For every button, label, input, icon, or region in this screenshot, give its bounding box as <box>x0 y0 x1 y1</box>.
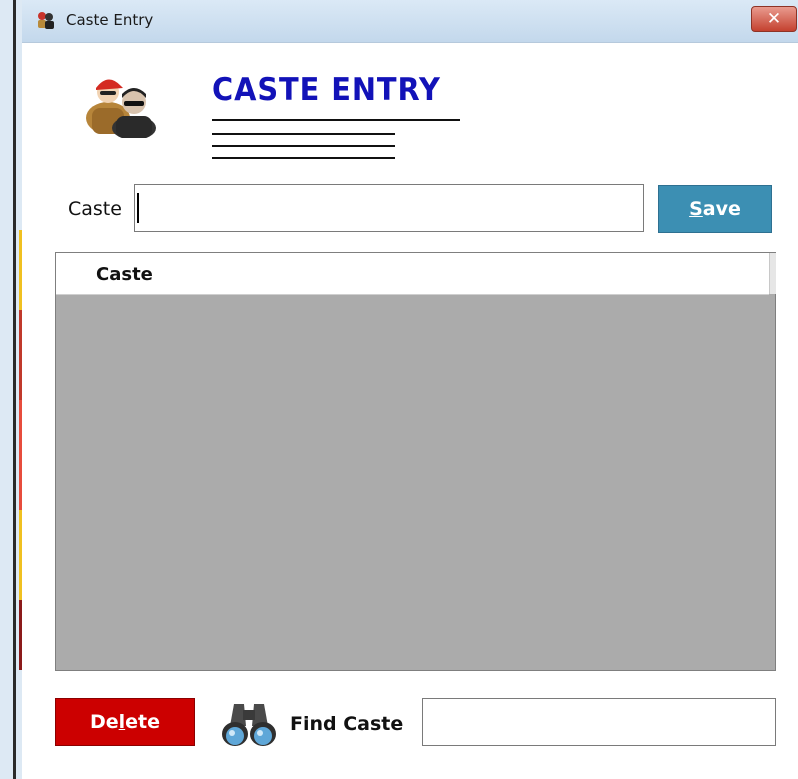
users-icon <box>86 79 156 138</box>
heading-underline <box>212 119 460 121</box>
background-window-border <box>13 0 16 779</box>
window-title: Caste Entry <box>66 11 154 29</box>
heading-underline <box>212 145 395 147</box>
delete-button[interactable]: De l ete <box>55 698 195 746</box>
save-button[interactable]: Save <box>658 185 772 233</box>
save-access-key: S <box>689 198 703 220</box>
caste-entry-window: Caste Entry ✕ CASTE ENTRY Caste Save Cas… <box>22 0 798 779</box>
delete-label-end: ete <box>125 711 161 733</box>
title-bar[interactable]: Caste Entry ✕ <box>22 0 798 43</box>
binoculars-icon <box>222 704 276 746</box>
find-caste-label: Find Caste <box>290 713 404 735</box>
delete-label-start: De <box>89 711 119 733</box>
background-window-edge <box>0 0 23 779</box>
save-label: ave <box>702 198 741 220</box>
grid-header-edge <box>769 253 776 294</box>
caste-grid[interactable]: Caste <box>55 252 776 671</box>
close-icon: ✕ <box>766 9 782 29</box>
page-heading: CASTE ENTRY <box>212 72 441 108</box>
caste-label: Caste <box>68 198 122 220</box>
app-icon <box>38 12 54 29</box>
close-button[interactable]: ✕ <box>751 6 797 32</box>
caste-input[interactable] <box>134 184 644 232</box>
find-caste-input[interactable] <box>422 698 776 746</box>
heading-underline <box>212 157 395 159</box>
heading-underline <box>212 133 395 135</box>
column-header-caste[interactable]: Caste <box>96 264 153 285</box>
grid-header: Caste <box>56 253 769 295</box>
text-caret <box>137 193 139 223</box>
